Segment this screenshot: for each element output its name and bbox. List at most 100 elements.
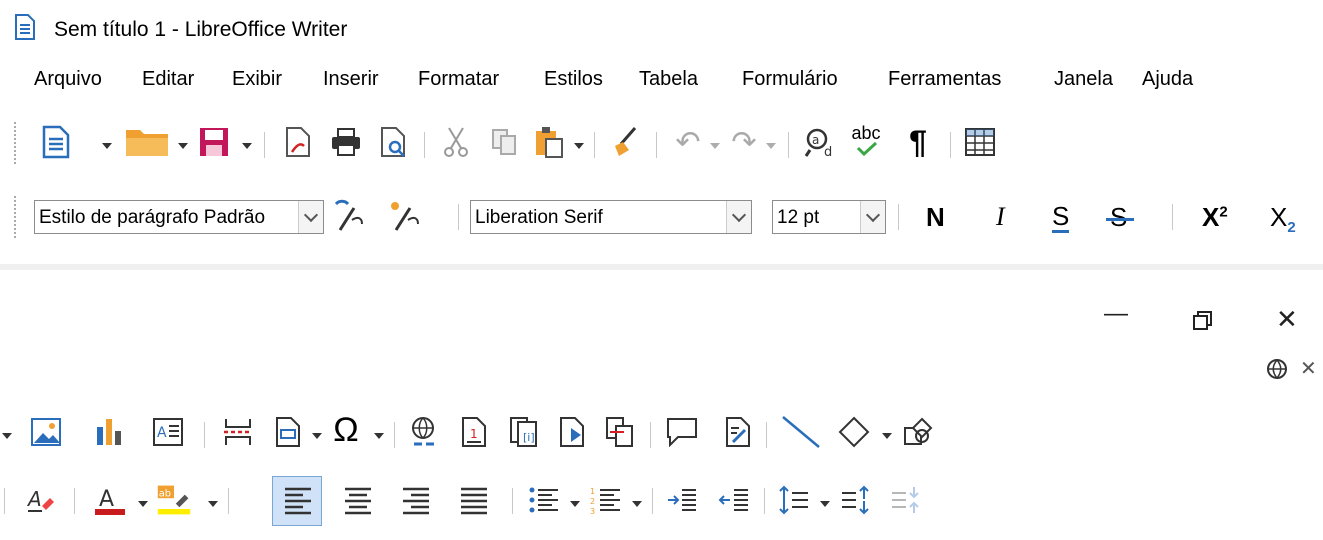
insert-endnote-icon[interactable]: [i] — [506, 414, 542, 450]
clear-formatting-icon[interactable]: A — [22, 482, 58, 518]
insert-chart-icon[interactable] — [92, 414, 128, 450]
menu-tabela[interactable]: Tabela — [639, 68, 698, 91]
menu-arquivo[interactable]: Arquivo — [34, 68, 102, 91]
table-dropdown[interactable] — [0, 426, 14, 446]
save-icon[interactable] — [196, 124, 232, 160]
separator — [228, 488, 229, 514]
font-size-combo[interactable]: 12 pt — [772, 200, 886, 234]
new-document-icon[interactable] — [38, 124, 74, 160]
menu-ajuda[interactable]: Ajuda — [1142, 68, 1193, 91]
insert-textbox-icon[interactable]: A — [150, 414, 186, 450]
align-left-icon[interactable] — [280, 482, 316, 518]
separator — [764, 488, 765, 514]
bullet-list-dropdown[interactable] — [568, 494, 582, 514]
insert-line-icon[interactable] — [778, 414, 824, 450]
menu-exibir[interactable]: Exibir — [232, 68, 282, 91]
paragraph-style-combo[interactable]: Estilo de parágrafo Padrão — [34, 200, 324, 234]
chevron-down-icon[interactable] — [298, 201, 323, 233]
track-changes-icon[interactable] — [720, 414, 756, 450]
restore-button[interactable] — [1192, 310, 1214, 332]
menu-janela[interactable]: Janela — [1054, 68, 1113, 91]
superscript-button[interactable]: X2 — [1202, 202, 1228, 233]
underline-button[interactable]: S — [1052, 202, 1070, 233]
line-spacing-dropdown[interactable] — [818, 494, 832, 514]
paste-icon[interactable] — [532, 124, 568, 160]
field-dropdown[interactable] — [310, 426, 324, 446]
font-color-icon[interactable]: A — [92, 482, 128, 518]
insert-bookmark-icon[interactable] — [554, 414, 590, 450]
insert-cross-reference-icon[interactable] — [602, 414, 638, 450]
bullet-list-icon[interactable] — [526, 482, 562, 518]
menu-estilos[interactable]: Estilos — [544, 68, 603, 91]
strike-line — [1106, 218, 1134, 221]
close-button[interactable]: ✕ — [1276, 304, 1298, 335]
justify-icon[interactable] — [456, 482, 492, 518]
shapes-dropdown[interactable] — [880, 426, 894, 446]
increase-indent-icon[interactable] — [664, 482, 700, 518]
language-globe-icon[interactable] — [1266, 358, 1290, 382]
copy-icon[interactable] — [486, 124, 522, 160]
save-dropdown[interactable] — [240, 136, 254, 156]
highlight-color-icon[interactable]: ab — [156, 482, 192, 518]
hyperlink-icon[interactable] — [406, 414, 442, 450]
redo-icon[interactable]: ↷ — [726, 124, 762, 160]
separator — [898, 204, 899, 230]
toolbar-grip[interactable] — [14, 196, 20, 238]
basic-shapes-icon[interactable] — [836, 414, 872, 450]
insert-footnote-icon[interactable]: 1 — [456, 414, 492, 450]
highlight-dropdown[interactable] — [206, 494, 220, 514]
menu-formulario[interactable]: Formulário — [742, 68, 838, 91]
numbered-list-icon[interactable]: 123 — [588, 482, 624, 518]
font-name-combo[interactable]: Liberation Serif — [470, 200, 752, 234]
new-dropdown[interactable] — [100, 136, 114, 156]
clone-formatting-icon[interactable] — [608, 124, 644, 160]
close-document-icon[interactable]: ✕ — [1300, 356, 1317, 381]
find-replace-icon[interactable]: ad — [802, 124, 838, 160]
undo-dropdown[interactable] — [708, 136, 722, 156]
increase-paragraph-spacing-icon[interactable] — [838, 482, 874, 518]
bold-button[interactable]: N — [926, 202, 945, 233]
minimize-button[interactable]: — — [1104, 300, 1128, 328]
svg-text:ab: ab — [159, 488, 171, 499]
decrease-indent-icon[interactable] — [716, 482, 752, 518]
svg-text:[i]: [i] — [523, 431, 535, 444]
chevron-down-icon[interactable] — [726, 201, 751, 233]
special-character-icon[interactable]: Ω — [328, 411, 364, 449]
update-style-icon[interactable] — [330, 198, 366, 234]
redo-dropdown[interactable] — [764, 136, 778, 156]
undo-icon[interactable]: ↶ — [670, 124, 706, 160]
subscript-base: X — [1270, 202, 1288, 232]
chevron-down-icon[interactable] — [860, 201, 885, 233]
formatting-marks-icon[interactable]: ¶ — [900, 124, 936, 160]
open-dropdown[interactable] — [176, 136, 190, 156]
italic-button[interactable]: I — [996, 202, 1005, 232]
draw-functions-icon[interactable] — [900, 414, 936, 450]
open-folder-icon[interactable] — [122, 124, 172, 160]
font-color-dropdown[interactable] — [136, 494, 150, 514]
decrease-paragraph-spacing-icon[interactable] — [888, 482, 924, 518]
menu-ferramentas[interactable]: Ferramentas — [888, 68, 1001, 91]
insert-image-icon[interactable] — [28, 414, 64, 450]
menu-formatar[interactable]: Formatar — [418, 68, 499, 91]
toolbar-grip[interactable] — [14, 122, 20, 164]
line-spacing-icon[interactable] — [776, 482, 812, 518]
align-center-icon[interactable] — [340, 482, 376, 518]
special-char-dropdown[interactable] — [372, 426, 386, 446]
new-style-icon[interactable] — [386, 198, 422, 234]
numbered-list-dropdown[interactable] — [630, 494, 644, 514]
menu-inserir[interactable]: Inserir — [323, 68, 379, 91]
paste-dropdown[interactable] — [572, 136, 586, 156]
insert-page-break-icon[interactable] — [220, 414, 256, 450]
insert-table-icon[interactable] — [962, 124, 998, 160]
insert-field-icon[interactable] — [270, 414, 306, 450]
print-icon[interactable] — [328, 124, 364, 160]
export-pdf-icon[interactable] — [280, 124, 316, 160]
subscript-button[interactable]: X2 — [1270, 202, 1296, 236]
spelling-icon[interactable]: abc — [846, 122, 886, 158]
align-right-icon[interactable] — [398, 482, 434, 518]
insert-comment-icon[interactable] — [664, 414, 700, 450]
strikethrough-button[interactable]: S — [1106, 202, 1134, 233]
cut-icon[interactable] — [438, 124, 474, 160]
print-preview-icon[interactable] — [376, 124, 412, 160]
menu-editar[interactable]: Editar — [142, 68, 194, 91]
